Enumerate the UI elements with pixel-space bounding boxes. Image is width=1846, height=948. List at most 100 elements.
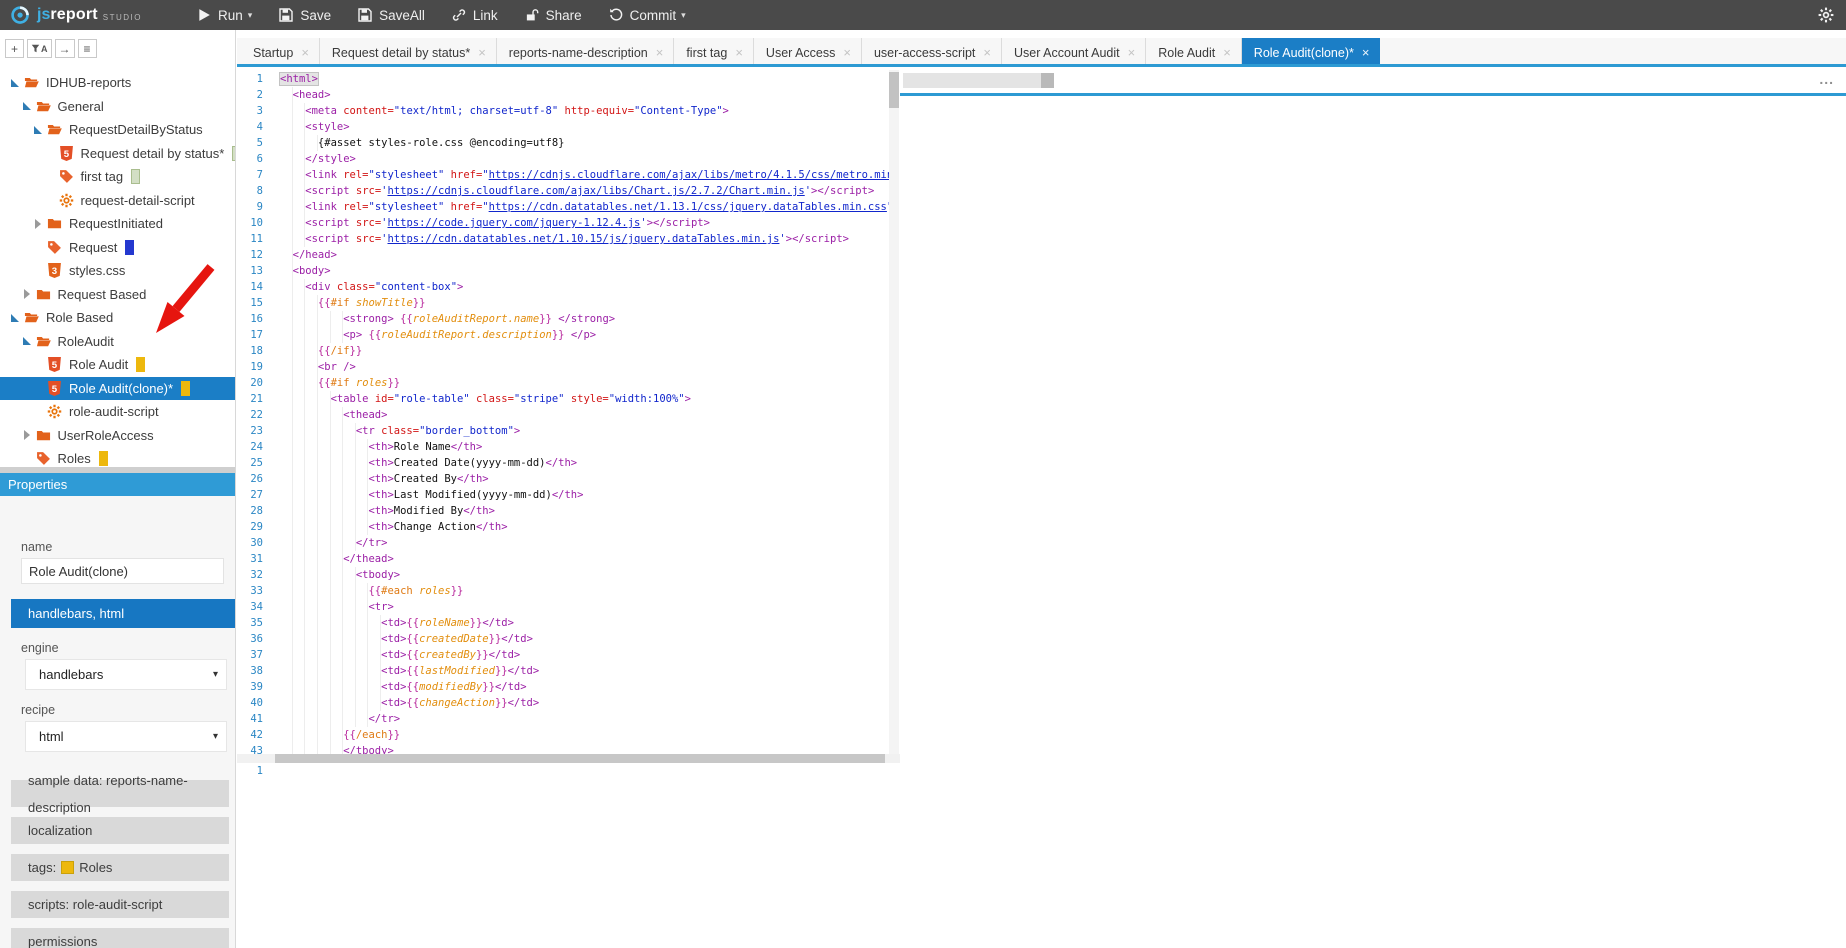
scrollbar-thumb[interactable] (1041, 73, 1054, 88)
collapse-icon[interactable] (11, 79, 19, 87)
save-button[interactable]: Save (279, 8, 331, 23)
close-icon[interactable]: × (1223, 46, 1231, 59)
collapse-icon[interactable] (23, 337, 31, 345)
tree-item-styles-css[interactable]: 3styles.css (0, 259, 235, 283)
filter-button[interactable]: A (27, 39, 52, 58)
engine-select[interactable]: handlebars ▾ (25, 659, 227, 690)
properties-button-scripts-role-audit-script[interactable]: scripts: role-audit-script (11, 891, 229, 918)
tree-item-general[interactable]: General (0, 95, 235, 119)
tree-item-role-audit[interactable]: 5Role Audit (0, 353, 235, 377)
tree-item-request[interactable]: Request (0, 236, 235, 260)
template-type-bar[interactable]: handlebars, html (11, 599, 235, 628)
properties-button-permissions[interactable]: permissions (11, 928, 229, 948)
tab-startup[interactable]: Startup× (241, 38, 320, 67)
tree-item-requestdetailbystatus[interactable]: RequestDetailByStatus (0, 118, 235, 142)
entity-tree: +A→ ≡ IDHUB-reportsGeneralRequestDetailBy… (0, 30, 235, 467)
tree-menu-button[interactable]: ≡ (78, 39, 97, 58)
collapse-icon[interactable] (34, 126, 42, 134)
code-line: 26<th>Created By</th> (241, 471, 889, 487)
tab-user-access[interactable]: User Access× (754, 38, 862, 67)
link-button[interactable]: Link (452, 8, 498, 23)
add-entity-button[interactable]: + (5, 39, 24, 58)
tree-item-role-based[interactable]: Role Based (0, 306, 235, 330)
properties-button-sample-data-reports-name-description[interactable]: sample data: reports-name-description (11, 780, 229, 807)
code-line: 41</tr> (241, 711, 889, 727)
close-icon[interactable]: × (1128, 46, 1136, 59)
close-icon[interactable]: × (656, 46, 664, 59)
logo-text-report: report (50, 6, 97, 24)
share-button[interactable]: Share (525, 8, 582, 23)
preview-pane: ... (900, 70, 1846, 948)
tree-item-request-detail-by-status[interactable]: 5Request detail by status* (0, 142, 235, 166)
close-icon[interactable]: × (478, 46, 486, 59)
tab-role-audit[interactable]: Role Audit× (1146, 38, 1242, 67)
code-line: 38<td>{{lastModified}}</td> (241, 663, 889, 679)
hamburger-icon: ≡ (83, 42, 90, 56)
tag-color-badge (131, 169, 140, 184)
tree-item-userroleaccess[interactable]: UserRoleAccess (0, 424, 235, 448)
saveall-button[interactable]: SaveAll (358, 8, 425, 23)
close-icon[interactable]: × (983, 46, 991, 59)
close-icon[interactable]: × (301, 46, 309, 59)
scrollbar-thumb[interactable] (889, 72, 899, 108)
tree-item-request-based[interactable]: Request Based (0, 283, 235, 307)
editor-vertical-scrollbar[interactable] (889, 70, 899, 754)
collapse-icon[interactable] (11, 314, 19, 322)
helpers-editor[interactable]: 1 (241, 762, 900, 778)
line-number: 31 (241, 551, 263, 567)
close-icon[interactable]: × (843, 46, 851, 59)
tag-icon (36, 451, 52, 466)
expand-icon[interactable] (24, 430, 30, 440)
tab-label: Request detail by status* (332, 46, 470, 60)
jsreport-logo[interactable]: jsreport STUDIO (10, 5, 142, 26)
code-line: 14<div class="content-box"> (241, 279, 889, 295)
preview-menu-button[interactable]: ... (1819, 71, 1834, 87)
commit-button[interactable]: Commit▾ (609, 8, 686, 23)
tree-item-requestinitiated[interactable]: RequestInitiated (0, 212, 235, 236)
properties-button-localization[interactable]: localization (11, 817, 229, 844)
line-number: 4 (241, 119, 263, 135)
properties-header[interactable]: Properties (0, 473, 235, 496)
tab-role-audit-clone[interactable]: Role Audit(clone)*× (1242, 38, 1381, 67)
logo-text-js: js (37, 6, 50, 24)
tab-user-account-audit[interactable]: User Account Audit× (1002, 38, 1146, 67)
tab-reports-name-description[interactable]: reports-name-description× (497, 38, 675, 67)
tree-item-request-detail-script[interactable]: request-detail-script (0, 189, 235, 213)
tab-first-tag[interactable]: first tag× (674, 38, 754, 67)
tree-item-role-audit-clone[interactable]: 5Role Audit(clone)* (0, 377, 235, 401)
line-number: 30 (241, 535, 263, 551)
tag-color-badge (125, 240, 134, 255)
tree-item-roleaudit[interactable]: RoleAudit (0, 330, 235, 354)
line-number: 3 (241, 103, 263, 119)
code-editor[interactable]: 1<html>2<head>3<meta content="text/html;… (237, 70, 900, 948)
tag-color-badge (232, 146, 235, 161)
tag-color-badge (99, 451, 108, 466)
close-icon[interactable]: × (1362, 46, 1370, 59)
tree-item-idhub-reports[interactable]: IDHUB-reports (0, 71, 235, 95)
code-line: 1<html> (241, 71, 889, 87)
expand-icon[interactable] (24, 289, 30, 299)
line-number: 33 (241, 583, 263, 599)
name-input[interactable] (21, 558, 224, 584)
css-icon: 3 (47, 263, 63, 278)
tab-user-access-script[interactable]: user-access-script× (862, 38, 1002, 67)
expand-icon[interactable] (35, 219, 41, 229)
line-number: 16 (241, 311, 263, 327)
line-number: 29 (241, 519, 263, 535)
code-line: 7<link rel="stylesheet" href="https://cd… (241, 167, 889, 183)
properties-button-tags-roles[interactable]: tags:Roles (11, 854, 229, 881)
code-line: 17<p> {{roleAuditReport.description}} </… (241, 327, 889, 343)
settings-button[interactable] (1818, 7, 1834, 23)
engine-label: engine (21, 641, 235, 655)
tree-item-roles[interactable]: Roles (0, 447, 235, 467)
line-number: 2 (241, 87, 263, 103)
collapse-icon[interactable] (23, 102, 31, 110)
recipe-select[interactable]: html ▾ (25, 721, 227, 752)
collapse-all-button[interactable]: → (55, 39, 75, 58)
run-button[interactable]: Run▾ (197, 8, 252, 23)
close-icon[interactable]: × (735, 46, 743, 59)
tree-item-first-tag[interactable]: first tag (0, 165, 235, 189)
tab-request-detail-by-status[interactable]: Request detail by status* × (320, 38, 497, 67)
tree-item-role-audit-script[interactable]: role-audit-script (0, 400, 235, 424)
preview-scrollbar[interactable] (903, 73, 1041, 88)
